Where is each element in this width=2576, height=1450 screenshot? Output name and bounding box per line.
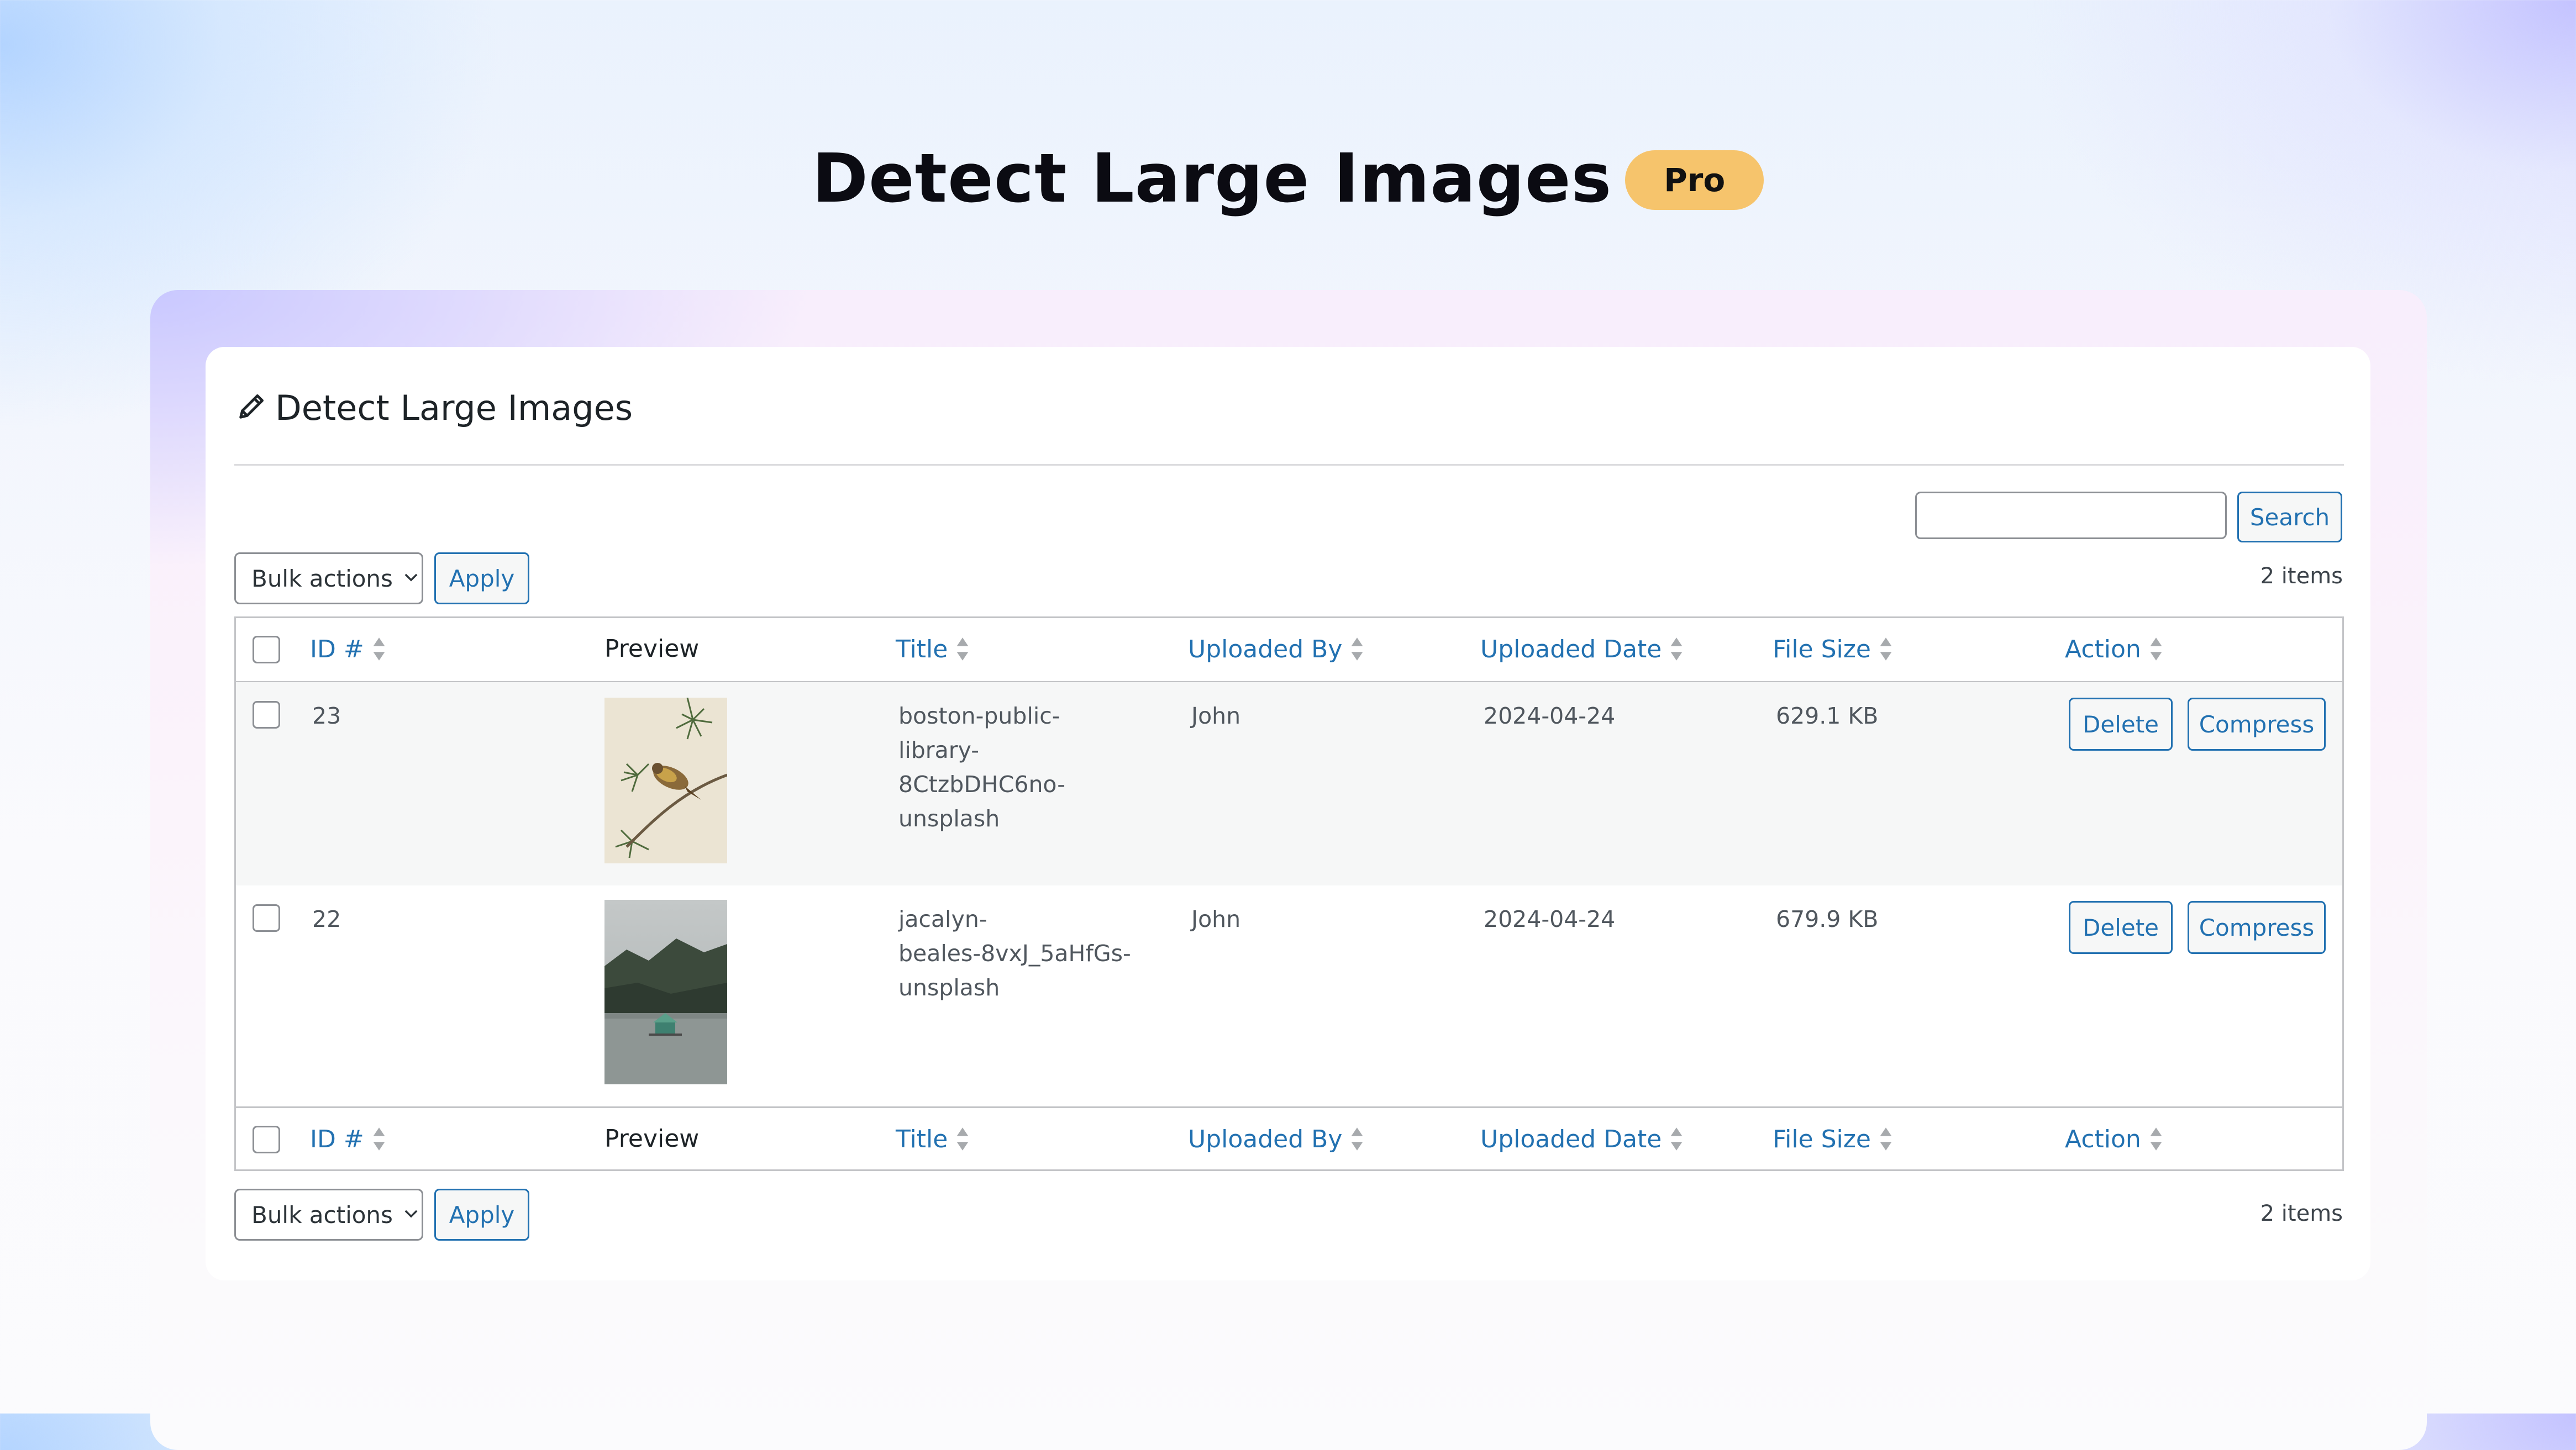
sort-arrows-icon	[2150, 637, 2162, 661]
table-row: 23 boston-public- library-8CtzbDHC6no- u…	[236, 682, 2342, 885]
row-uploaded-date: 2024-04-24	[1484, 906, 1616, 932]
search-button[interactable]: Search	[2237, 492, 2342, 542]
column-uploaded-date[interactable]: Uploaded Date	[1480, 635, 1684, 663]
sort-arrows-icon	[1670, 1127, 1683, 1151]
column-uploaded-by-label: Uploaded By	[1188, 1125, 1343, 1153]
plugin-card: Detect Large Images Search Bulk actions …	[206, 347, 2370, 1280]
row-title-line: jacalyn-	[898, 906, 987, 932]
column-uploaded-date-label: Uploaded Date	[1480, 635, 1662, 663]
column-title-label: Title	[896, 635, 948, 663]
column-id-label: ID #	[310, 1125, 364, 1153]
page-header: Detect Large Images Pro	[0, 139, 2576, 218]
row-id: 22	[312, 906, 341, 932]
lake-cabin-image	[604, 900, 727, 1084]
row-title: jacalyn- beales-8vxJ_5aHfGs- unsplash	[898, 902, 1142, 1005]
column-title[interactable]: Title	[896, 635, 970, 663]
page-title: Detect Large Images	[812, 139, 1612, 218]
table-header: ID # Preview Title Uploaded By Uploaded …	[236, 618, 2342, 683]
compress-button[interactable]: Compress	[2188, 901, 2326, 954]
preview-image	[604, 900, 727, 1084]
column-id-label: ID #	[310, 635, 364, 663]
row-title-line: library-8CtzbDHC6no-	[898, 737, 1066, 798]
table-row: 22 jacalyn- beales-8vxJ_5aHfGs- unsplash…	[236, 885, 2342, 1105]
row-checkbox[interactable]	[253, 701, 280, 729]
column-uploaded-by[interactable]: Uploaded By	[1188, 635, 1364, 663]
column-action-label: Action	[2065, 1125, 2141, 1153]
column-file-size[interactable]: File Size	[1773, 635, 1893, 663]
sort-arrows-icon	[2150, 1127, 2162, 1151]
chevron-down-icon	[402, 1201, 420, 1228]
row-checkbox[interactable]	[253, 904, 280, 932]
column-uploaded-by[interactable]: Uploaded By	[1188, 1125, 1364, 1153]
row-title: boston-public- library-8CtzbDHC6no- unsp…	[898, 699, 1142, 836]
sort-arrows-icon	[373, 637, 385, 661]
sort-arrows-icon	[1351, 1127, 1363, 1151]
sort-arrows-icon	[956, 637, 969, 661]
preview-image	[604, 698, 727, 863]
chevron-down-icon	[402, 565, 420, 592]
sort-arrows-icon	[1880, 1127, 1892, 1151]
items-count: 2 items	[2260, 1201, 2343, 1226]
pencil-icon	[235, 391, 267, 425]
sort-arrows-icon	[956, 1127, 969, 1151]
column-action-label: Action	[2065, 635, 2141, 663]
sort-arrows-icon	[373, 1127, 385, 1151]
sort-arrows-icon	[1880, 637, 1892, 661]
pro-badge: Pro	[1625, 150, 1764, 210]
column-title[interactable]: Title	[896, 1125, 970, 1153]
delete-button[interactable]: Delete	[2069, 901, 2173, 954]
bird-on-branch-image	[604, 698, 727, 863]
sort-arrows-icon	[1670, 637, 1683, 661]
card-title: Detect Large Images	[275, 388, 633, 428]
column-id[interactable]: ID #	[310, 1125, 386, 1153]
column-file-size-label: File Size	[1773, 635, 1871, 663]
row-title-line: unsplash	[898, 805, 1000, 832]
column-id[interactable]: ID #	[310, 635, 386, 663]
row-file-size: 679.9 KB	[1776, 906, 1879, 932]
select-all-checkbox[interactable]	[253, 636, 280, 663]
row-title-line: unsplash	[898, 974, 1000, 1001]
delete-button[interactable]: Delete	[2069, 698, 2173, 751]
column-action[interactable]: Action	[2065, 635, 2163, 663]
bulk-actions-select[interactable]: Bulk actions	[234, 552, 423, 604]
images-table: ID # Preview Title Uploaded By Uploaded …	[234, 616, 2344, 1171]
column-uploaded-date-label: Uploaded Date	[1480, 1125, 1662, 1153]
column-title-label: Title	[896, 1125, 948, 1153]
column-preview: Preview	[604, 1125, 700, 1153]
select-all-checkbox[interactable]	[253, 1126, 280, 1153]
apply-button[interactable]: Apply	[434, 552, 529, 604]
column-file-size[interactable]: File Size	[1773, 1125, 1893, 1153]
bulk-actions-value: Bulk actions	[251, 1201, 393, 1228]
row-file-size: 629.1 KB	[1776, 703, 1879, 729]
column-uploaded-date[interactable]: Uploaded Date	[1480, 1125, 1684, 1153]
table-footer: ID # Preview Title Uploaded By Uploaded …	[236, 1106, 2342, 1171]
row-uploaded-date: 2024-04-24	[1484, 703, 1616, 729]
bulk-actions-value: Bulk actions	[251, 565, 393, 592]
divider	[234, 464, 2344, 466]
sort-arrows-icon	[1351, 637, 1363, 661]
card-header: Detect Large Images	[235, 388, 633, 428]
row-uploaded-by: John	[1191, 906, 1241, 932]
compress-button[interactable]: Compress	[2188, 698, 2326, 751]
column-file-size-label: File Size	[1773, 1125, 1871, 1153]
apply-button[interactable]: Apply	[434, 1189, 529, 1241]
row-uploaded-by: John	[1191, 703, 1241, 729]
bulk-actions-select[interactable]: Bulk actions	[234, 1189, 423, 1241]
column-preview: Preview	[604, 635, 700, 663]
search-input[interactable]	[1915, 492, 2227, 539]
column-uploaded-by-label: Uploaded By	[1188, 635, 1343, 663]
items-count: 2 items	[2260, 563, 2343, 589]
column-action[interactable]: Action	[2065, 1125, 2163, 1153]
row-id: 23	[312, 703, 341, 729]
row-title-line: boston-public-	[898, 703, 1060, 729]
row-title-line: beales-8vxJ_5aHfGs-	[898, 940, 1131, 967]
